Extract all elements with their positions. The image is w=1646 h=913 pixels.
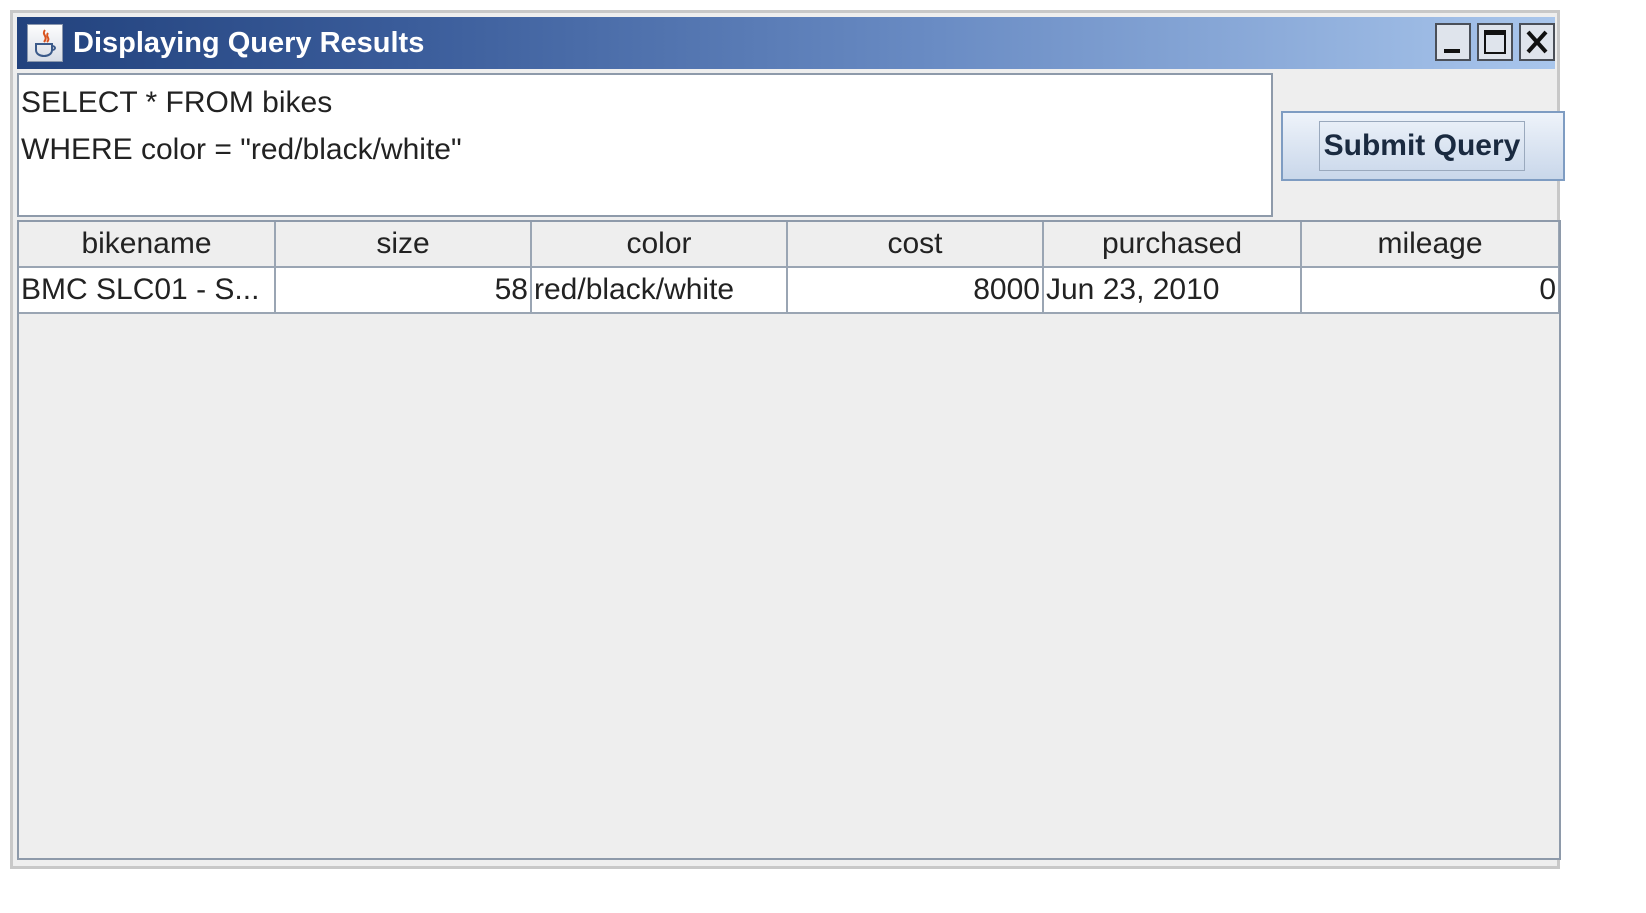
column-header-cost[interactable]: cost [787,222,1044,268]
minimize-button[interactable] [1435,23,1471,61]
java-cup-icon[interactable] [27,24,63,62]
cell-bikename[interactable]: BMC SLC01 - S... [19,267,276,314]
table-header-row: bikename size color cost purchased milea… [19,222,1559,268]
table-row[interactable]: BMC SLC01 - S... 58 red/black/white 8000… [19,267,1559,314]
window-title: Displaying Query Results [73,27,425,59]
close-button[interactable] [1519,23,1555,61]
column-header-bikename[interactable]: bikename [19,222,276,268]
submit-query-button[interactable]: Submit Query [1281,111,1565,181]
maximize-icon [1484,30,1506,54]
cell-color[interactable]: red/black/white [531,267,788,314]
query-text-area[interactable]: SELECT * FROM bikes WHERE color = "red/b… [17,73,1273,217]
results-table-panel[interactable]: bikename size color cost purchased milea… [17,220,1561,860]
title-bar[interactable]: Displaying Query Results [17,17,1555,69]
maximize-button[interactable] [1477,23,1513,61]
cell-size[interactable]: 58 [275,267,532,314]
cell-cost[interactable]: 8000 [787,267,1044,314]
close-icon [1526,30,1548,54]
results-table: bikename size color cost purchased milea… [19,222,1559,314]
query-results-window: Displaying Query Results SELECT * FROM b… [10,10,1565,869]
column-header-mileage[interactable]: mileage [1301,222,1559,268]
minimize-icon [1444,49,1460,53]
column-header-purchased[interactable]: purchased [1043,222,1302,268]
column-header-color[interactable]: color [531,222,788,268]
cell-mileage[interactable]: 0 [1301,267,1559,314]
column-header-size[interactable]: size [275,222,532,268]
submit-query-label: Submit Query [1319,121,1525,171]
cell-purchased[interactable]: Jun 23, 2010 [1043,267,1302,314]
